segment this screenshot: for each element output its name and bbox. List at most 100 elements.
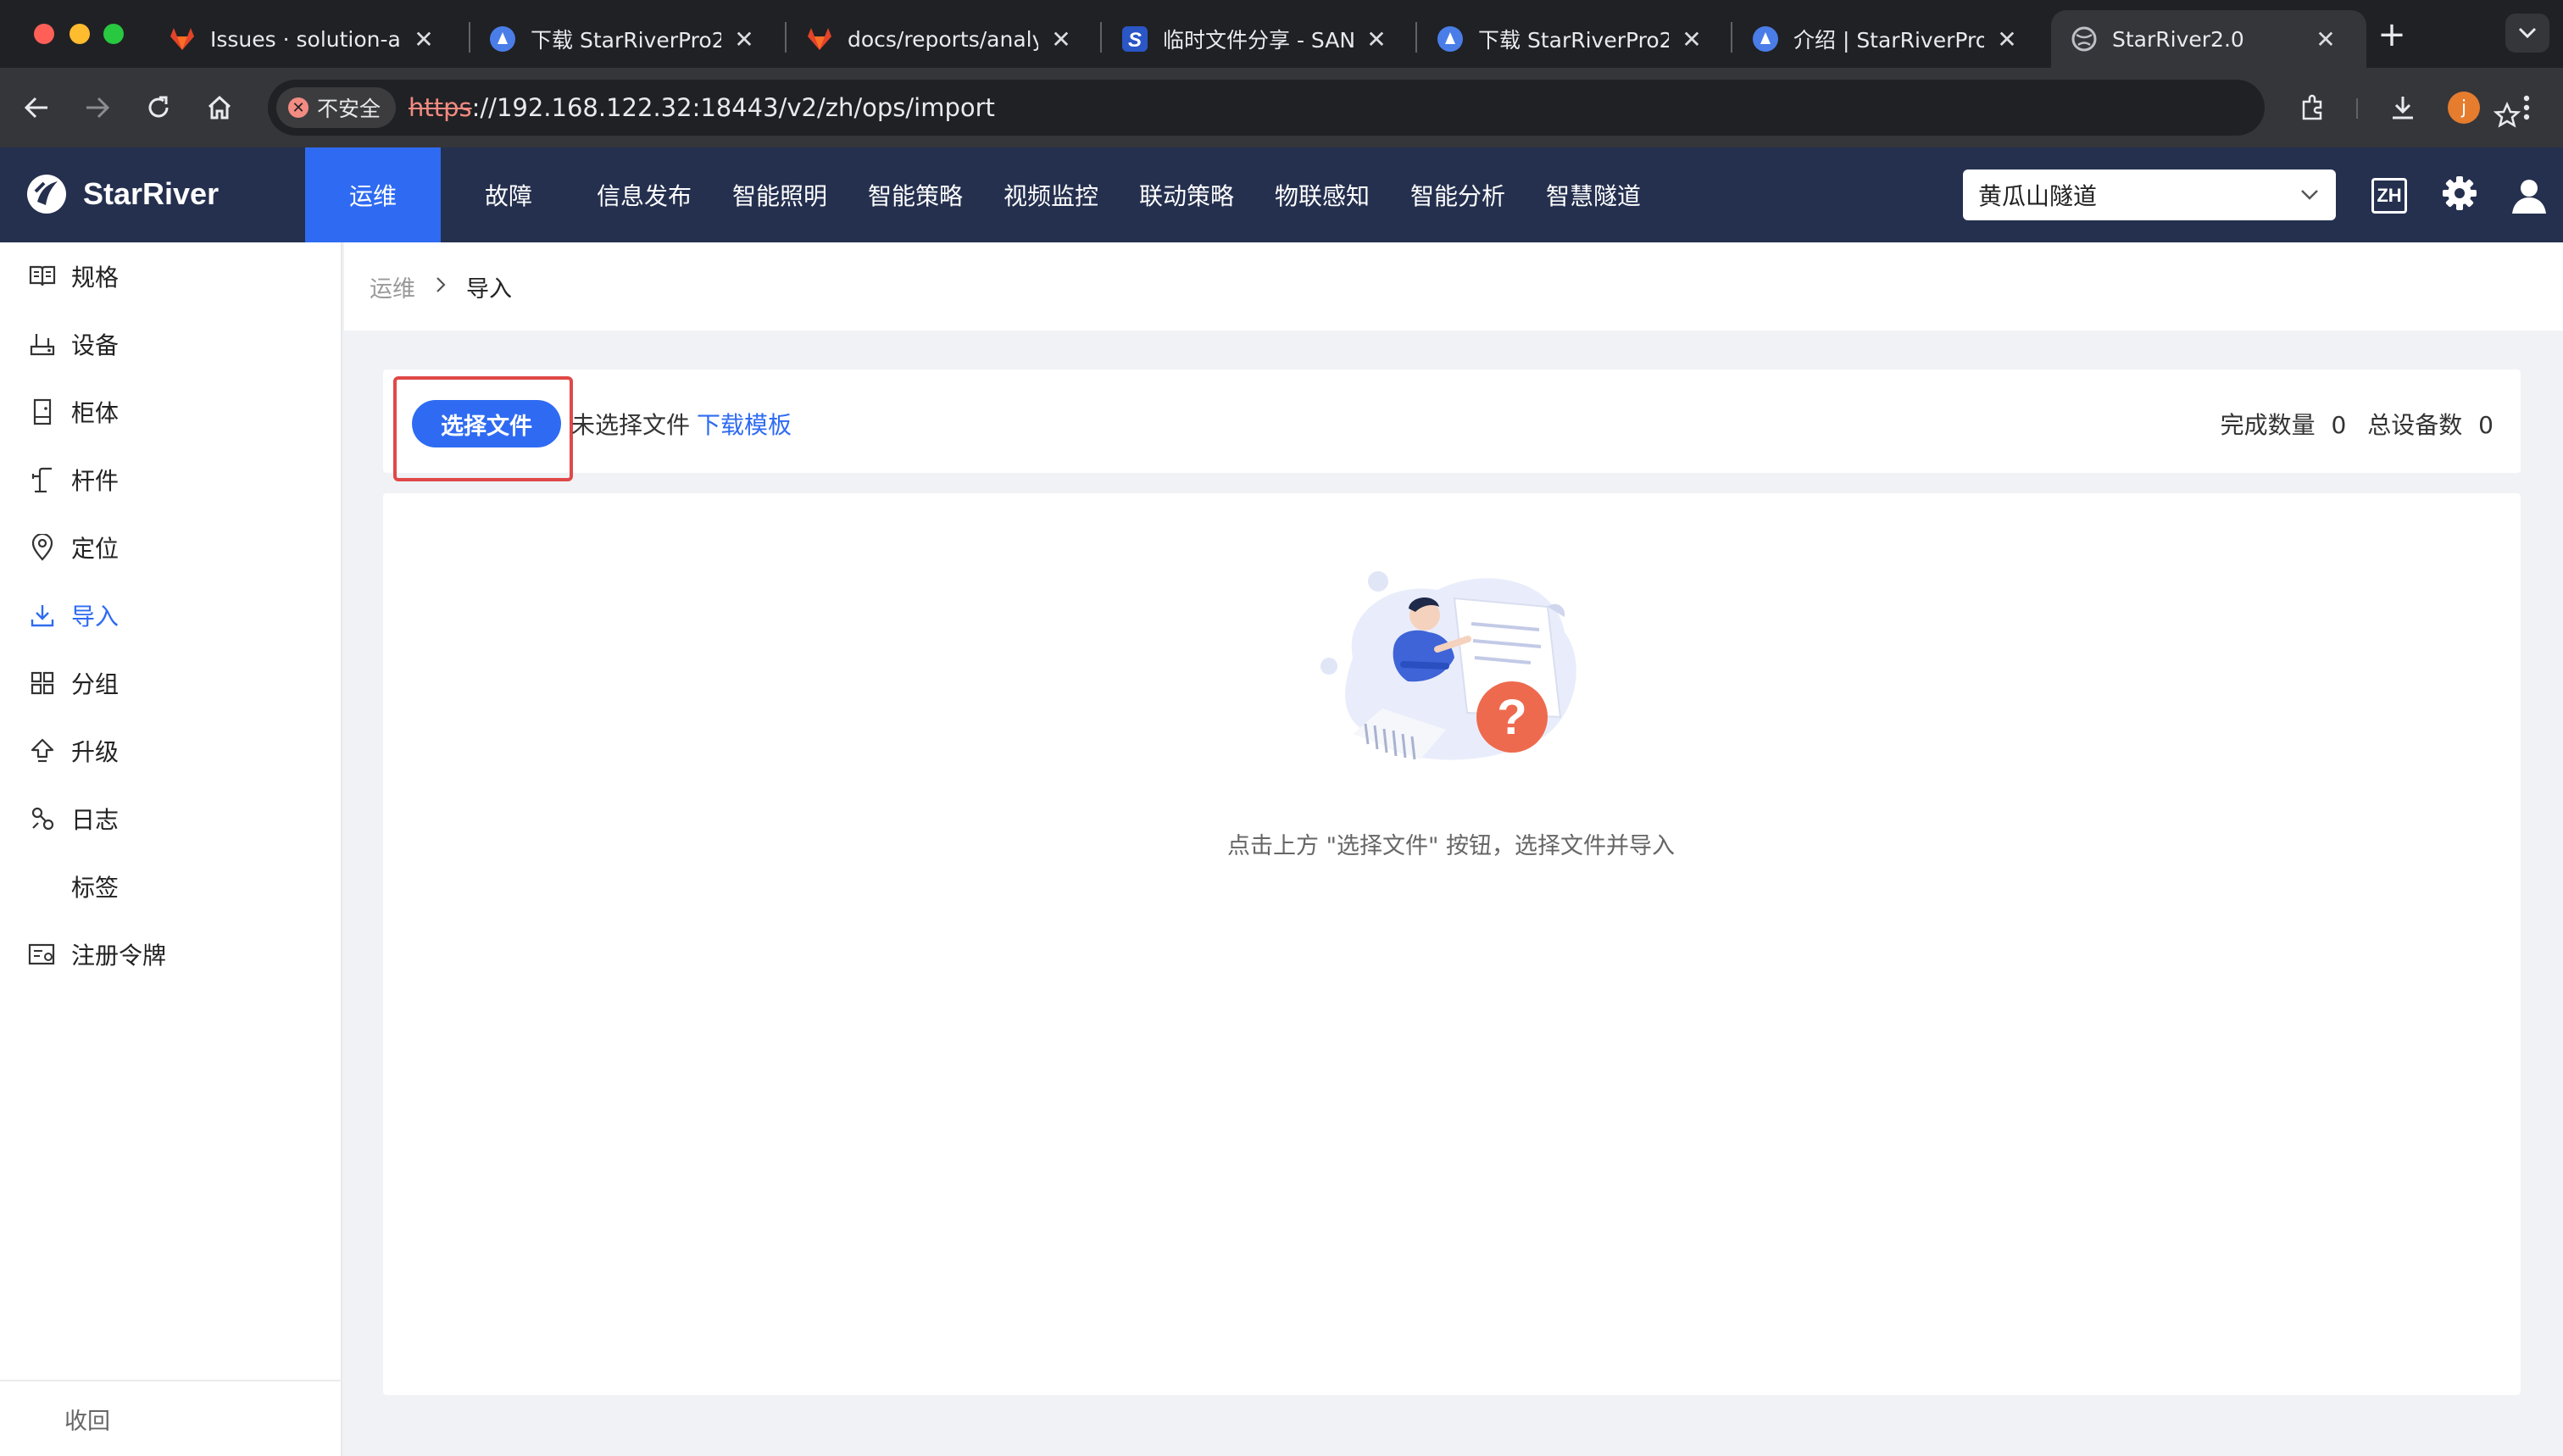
close-tab-icon[interactable]: ✕ <box>1364 25 1389 53</box>
back-button[interactable] <box>15 86 58 129</box>
user-button[interactable] <box>2510 176 2548 217</box>
downloads-button[interactable] <box>2382 86 2424 129</box>
sidebar-item-tags[interactable]: 标签 <box>0 853 342 920</box>
starriver-icon <box>1751 25 1780 53</box>
browser-tab[interactable]: 下载 StarRiverPro2.x ✕ <box>1417 10 1732 68</box>
grid-icon <box>27 668 58 698</box>
breadcrumb-parent[interactable]: 运维 <box>370 270 415 303</box>
download-icon <box>2393 97 2413 119</box>
browser-tab[interactable]: Issues · solution-arc ✕ <box>149 10 464 68</box>
sidebar-item-device[interactable]: 设备 <box>0 310 342 378</box>
arrow-right-icon <box>86 97 110 119</box>
extensions-button[interactable] <box>2292 86 2334 129</box>
total-devices-label: 总设备数 <box>2367 411 2463 439</box>
url-text[interactable]: https://192.168.122.32:18443/v2/zh/ops/i… <box>409 93 995 122</box>
import-icon <box>27 600 58 631</box>
file-status-text: 未选择文件 <box>571 411 691 439</box>
device-icon <box>27 329 58 359</box>
home-button[interactable] <box>198 86 241 129</box>
app-header: StarRiver 运维 故障 信息发布 智能照明 智能策略 视频监控 联动策略… <box>0 147 2563 242</box>
collapse-sidebar-button[interactable]: 收回 <box>0 1380 342 1456</box>
sidebar-item-location[interactable]: 定位 <box>0 514 342 581</box>
forward-button[interactable] <box>76 86 119 129</box>
security-chip[interactable]: ✕ 不安全 <box>276 87 397 128</box>
sidebar-item-group[interactable]: 分组 <box>0 649 342 717</box>
starriver-icon <box>1436 25 1465 53</box>
nav-linkage-strategy[interactable]: 联动策略 <box>1119 147 1254 242</box>
browser-tab[interactable]: 介绍 | StarRiverPro2 ✕ <box>1732 10 2048 68</box>
arrow-left-icon <box>24 97 47 119</box>
import-stats: 完成数量 0 总设备数 0 <box>2207 407 2494 441</box>
sans-icon: S <box>1120 25 1149 53</box>
new-tab-button[interactable]: + <box>2373 15 2410 54</box>
reload-button[interactable] <box>137 86 180 129</box>
language-button[interactable]: ZH <box>2371 178 2407 214</box>
token-icon <box>27 939 58 970</box>
download-template-link[interactable]: 下载模板 <box>697 407 792 441</box>
svg-text:S: S <box>1128 29 1142 52</box>
close-tab-icon[interactable]: ✕ <box>411 25 436 53</box>
browser-toolbar: ✕ 不安全 https://192.168.122.32:18443/v2/zh… <box>0 68 2563 147</box>
gitlab-icon <box>168 25 197 53</box>
app-logo[interactable]: StarRiver <box>25 173 219 215</box>
cabinet-icon <box>27 397 58 427</box>
location-icon <box>27 532 58 563</box>
sidebar-item-spec[interactable]: 规格 <box>0 242 342 310</box>
sidebar: 规格 设备 柜体 杆件 定位 导入 分组 升级 日志 标签 注册令牌 收回 <box>0 242 342 1456</box>
nav-smart-strategy[interactable]: 智能策略 <box>848 147 983 242</box>
close-tab-icon[interactable]: ✕ <box>2313 25 2338 53</box>
log-icon <box>27 803 58 834</box>
nav-smart-lighting[interactable]: 智能照明 <box>712 147 848 242</box>
close-tab-icon[interactable]: ✕ <box>731 25 757 53</box>
nav-ops[interactable]: 运维 <box>305 147 441 242</box>
puzzle-icon <box>2302 94 2322 120</box>
user-icon <box>2512 180 2546 214</box>
svg-text:?: ? <box>1497 690 1526 745</box>
browser-tab[interactable]: docs/reports/analysi ✕ <box>787 10 1102 68</box>
chevron-down-icon <box>2301 190 2318 200</box>
home-icon <box>208 95 231 119</box>
breadcrumb-current: 导入 <box>466 275 512 303</box>
top-nav: 运维 故障 信息发布 智能照明 智能策略 视频监控 联动策略 物联感知 智能分析… <box>305 147 1661 242</box>
close-tab-icon[interactable]: ✕ <box>1994 25 2020 53</box>
import-result-panel: ? 点击上方 "选择文件" 按钮，选择文件并导入 <box>383 493 2521 1395</box>
nav-fault[interactable]: 故障 <box>441 147 576 242</box>
close-tab-icon[interactable]: ✕ <box>1679 25 1704 53</box>
nav-smart-analysis[interactable]: 智能分析 <box>1390 147 1526 242</box>
minimize-window-button[interactable] <box>69 24 90 44</box>
warning-icon: ✕ <box>288 97 309 118</box>
address-bar[interactable]: ✕ 不安全 https://192.168.122.32:18443/v2/zh… <box>268 80 2521 136</box>
chevron-down-icon <box>2518 27 2537 39</box>
close-tab-icon[interactable]: ✕ <box>1048 25 1074 53</box>
settings-button[interactable] <box>2441 175 2478 215</box>
sidebar-item-register-token[interactable]: 注册令牌 <box>0 920 342 988</box>
more-vertical-icon <box>2523 95 2530 120</box>
starriver-icon <box>488 25 517 53</box>
project-select[interactable]: 黄瓜山隧道 <box>1963 169 2336 220</box>
nav-info-publish[interactable]: 信息发布 <box>576 147 712 242</box>
completed-count-value: 0 <box>2331 411 2347 439</box>
close-window-button[interactable] <box>34 24 54 44</box>
nav-iot-sensing[interactable]: 物联感知 <box>1254 147 1390 242</box>
browser-menu-button[interactable] <box>2505 86 2548 129</box>
empty-state-illustration: ? <box>1320 571 1576 760</box>
tab-search-button[interactable] <box>2505 14 2549 53</box>
nav-smart-tunnel[interactable]: 智慧隧道 <box>1526 147 1661 242</box>
globe-icon <box>2070 25 2099 53</box>
sidebar-item-pole[interactable]: 杆件 <box>0 446 342 514</box>
sidebar-item-log[interactable]: 日志 <box>0 785 342 853</box>
sidebar-item-upgrade[interactable]: 升级 <box>0 717 342 785</box>
sidebar-item-import[interactable]: 导入 <box>0 581 342 649</box>
browser-tab-bar: Issues · solution-arc ✕ 下载 StarRiverPro2… <box>0 0 2563 68</box>
profile-button[interactable]: j <box>2443 86 2485 129</box>
choose-file-button[interactable]: 选择文件 <box>412 400 561 447</box>
starriver-logo-icon <box>27 175 66 214</box>
chevron-right-icon <box>434 274 448 300</box>
nav-video-monitor[interactable]: 视频监控 <box>983 147 1119 242</box>
zoom-window-button[interactable] <box>103 24 124 44</box>
browser-tab-active[interactable]: StarRiver2.0 ✕ <box>2051 10 2366 68</box>
browser-tab[interactable]: S 临时文件分享 - SANS ✕ <box>1102 10 1417 68</box>
sidebar-item-cabinet[interactable]: 柜体 <box>0 378 342 446</box>
browser-tab[interactable]: 下载 StarRiverPro2.x ✕ <box>470 10 785 68</box>
book-icon <box>27 261 58 292</box>
